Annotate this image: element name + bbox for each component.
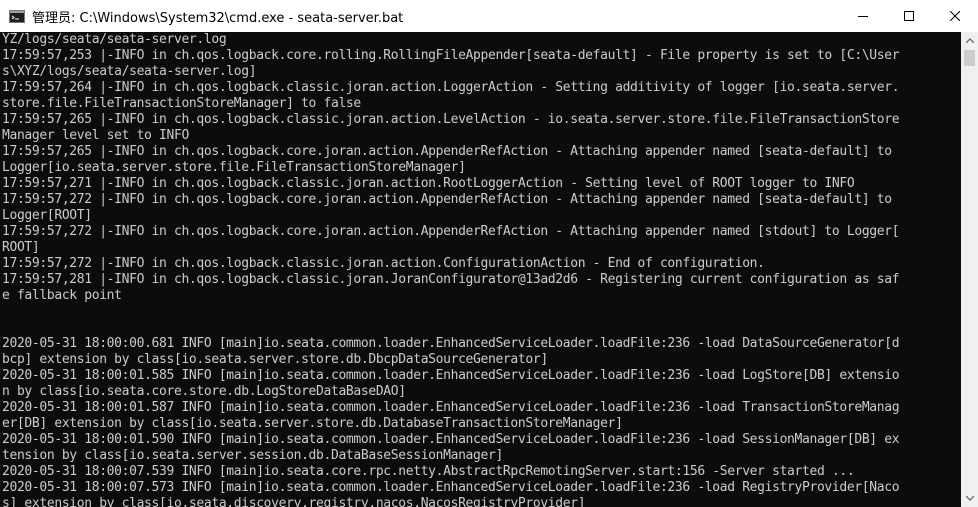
- maximize-button[interactable]: [886, 0, 932, 32]
- console-line: 17:59:57,264 |-INFO in ch.qos.logback.cl…: [2, 80, 900, 95]
- window-title: 管理员: C:\Windows\System32\cmd.exe - seata…: [32, 10, 404, 26]
- console-line: YZ/logs/seata/seata-server.log: [2, 32, 227, 47]
- scrollbar-thumb[interactable]: [964, 50, 975, 66]
- console-line: 2020-05-31 18:00:01.590 INFO [main]io.se…: [2, 432, 900, 447]
- console-line: tension by class[io.seata.server.session…: [2, 448, 503, 463]
- cmd-window: 管理员: C:\Windows\System32\cmd.exe - seata…: [0, 0, 978, 507]
- console-line: Logger[ROOT]: [2, 208, 92, 223]
- console-text: YZ/logs/seata/seata-server.log 17:59:57,…: [0, 32, 961, 507]
- minimize-button[interactable]: [840, 0, 886, 32]
- close-button[interactable]: [932, 0, 978, 32]
- console-line: 17:59:57,265 |-INFO in ch.qos.logback.co…: [2, 144, 892, 159]
- console-line: 17:59:57,272 |-INFO in ch.qos.logback.co…: [2, 192, 892, 207]
- close-icon: [950, 11, 960, 21]
- console-line: 17:59:57,271 |-INFO in ch.qos.logback.cl…: [2, 176, 855, 191]
- console-line: 17:59:57,272 |-INFO in ch.qos.logback.cl…: [2, 256, 765, 271]
- maximize-icon: [904, 11, 914, 21]
- chevron-up-icon: [965, 38, 974, 43]
- cmd-icon[interactable]: [8, 9, 26, 23]
- vertical-scrollbar[interactable]: [961, 32, 978, 507]
- console-line: 2020-05-31 18:00:07.539 INFO [main]io.se…: [2, 464, 855, 479]
- console-line: store.file.FileTransactionStoreManager] …: [2, 96, 361, 111]
- console-line: 17:59:57,281 |-INFO in ch.qos.logback.cl…: [2, 272, 900, 287]
- console-line: Manager level set to INFO: [2, 128, 189, 143]
- console-line: 17:59:57,253 |-INFO in ch.qos.logback.co…: [2, 48, 900, 63]
- console-line: s] extension by class[io.seata.discovery…: [2, 496, 586, 507]
- console-line: 2020-05-31 18:00:00.681 INFO [main]io.se…: [2, 336, 900, 351]
- console-line: Logger[io.seata.server.store.file.FileTr…: [2, 160, 466, 175]
- console-line: 17:59:57,272 |-INFO in ch.qos.logback.co…: [2, 224, 900, 239]
- console-line: 2020-05-31 18:00:01.587 INFO [main]io.se…: [2, 400, 900, 415]
- chevron-down-icon: [965, 496, 974, 501]
- console-line: s\XYZ/logs/seata/seata-server.log]: [2, 64, 257, 79]
- console-output[interactable]: YZ/logs/seata/seata-server.log 17:59:57,…: [0, 32, 961, 507]
- console-line: ROOT]: [2, 240, 40, 255]
- scroll-up-button[interactable]: [961, 32, 978, 49]
- console-line: 17:59:57,265 |-INFO in ch.qos.logback.cl…: [2, 112, 900, 127]
- scroll-down-button[interactable]: [961, 490, 978, 507]
- console-line: 2020-05-31 18:00:07.573 INFO [main]io.se…: [2, 480, 900, 495]
- console-line: er[DB] extension by class[io.seata.serve…: [2, 416, 623, 431]
- window-controls: [840, 0, 978, 32]
- console-line: n by class[io.seata.core.store.db.LogSto…: [2, 384, 406, 399]
- title-bar[interactable]: 管理员: C:\Windows\System32\cmd.exe - seata…: [0, 0, 978, 32]
- console-line: e fallback point: [2, 288, 122, 303]
- console-line: 2020-05-31 18:00:01.585 INFO [main]io.se…: [2, 368, 900, 383]
- minimize-icon: [858, 16, 868, 17]
- console-line: bcp] extension by class[io.seata.server.…: [2, 352, 548, 367]
